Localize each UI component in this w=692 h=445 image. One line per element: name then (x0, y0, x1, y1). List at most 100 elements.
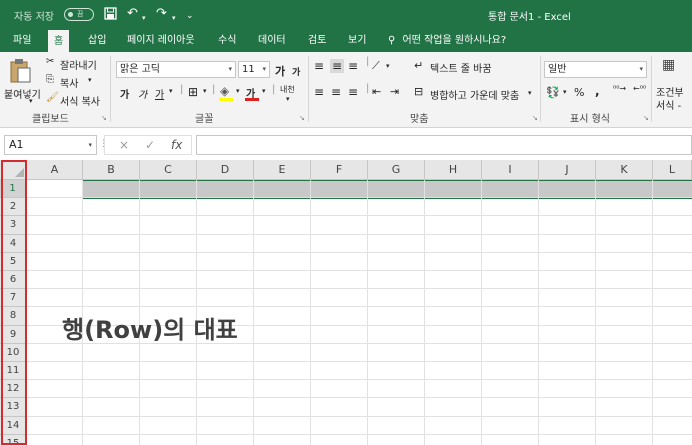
borders-dropdown-icon[interactable]: ▾ (203, 87, 207, 95)
cut-icon[interactable]: ✂ (46, 56, 54, 67)
chevron-down-icon: ▾ (639, 65, 643, 73)
column-header-h[interactable]: H (425, 160, 482, 180)
alignment-launcher-icon[interactable]: ↘ (532, 114, 538, 122)
paste-icon[interactable] (10, 58, 32, 88)
column-header-d[interactable]: D (197, 160, 254, 180)
align-top-icon[interactable]: ≡ (314, 59, 324, 73)
conditional-format-icon[interactable]: ▦ (662, 57, 675, 73)
enter-icon[interactable]: ✓ (145, 138, 155, 152)
bold-button[interactable]: 가 (120, 86, 129, 101)
formula-buttons: × ✓ fx (104, 135, 192, 155)
cut-label[interactable]: 잘라내기 (60, 57, 97, 72)
save-icon[interactable] (104, 7, 117, 24)
shrink-font-button[interactable]: 가 (292, 65, 300, 78)
phonetic-button[interactable]: 내천 (280, 84, 295, 95)
active-cell[interactable] (27, 180, 83, 199)
accounting-dropdown-icon[interactable]: ▾ (563, 88, 567, 96)
wrap-text-icon[interactable]: ↵ (414, 59, 423, 72)
decrease-decimal-icon[interactable]: ←⁰⁰ (633, 84, 646, 93)
column-header-i[interactable]: I (482, 160, 539, 180)
format-painter-label[interactable]: 서식 복사 (60, 93, 100, 108)
column-gridline (538, 180, 539, 445)
increase-decimal-icon[interactable]: ⁰⁰→ (613, 84, 626, 93)
worksheet-grid[interactable]: ABCDEFGHIJKL 1 2 3 4 5 6 7 8 9 10 11 12 13 14 15 행(Row… (0, 160, 692, 445)
merge-center-icon[interactable]: ⊟ (414, 85, 423, 98)
tab-review[interactable]: 검토 (302, 30, 332, 52)
merge-dropdown-icon[interactable]: ▾ (528, 89, 532, 97)
align-center-icon[interactable]: ≡ (331, 85, 341, 99)
align-middle-icon[interactable]: ≡ (330, 59, 345, 73)
number-group-label: 표시 형식 (570, 114, 610, 125)
autosave-label: 자동 저장 (14, 12, 54, 23)
align-left-icon[interactable]: ≡ (314, 85, 324, 99)
font-name-combo[interactable]: 맑은 고딕 ▾ (116, 61, 236, 78)
format-painter-icon[interactable]: 🖌 (46, 92, 59, 103)
comma-button[interactable]: , (595, 84, 600, 98)
tell-me-text: 어떤 작업을 원하시나요? (402, 35, 507, 46)
tab-data[interactable]: 데이터 (252, 30, 292, 52)
customize-qat-icon[interactable]: ⌄ (186, 9, 194, 23)
row-gridline (27, 306, 692, 308)
undo-icon[interactable]: ↶ (127, 7, 138, 21)
column-header-b[interactable]: B (83, 160, 140, 180)
wrap-text-label[interactable]: 텍스트 줄 바꿈 (430, 60, 492, 75)
font-color-swatch (245, 98, 259, 101)
tab-view[interactable]: 보기 (342, 30, 372, 52)
redo-dropdown-icon[interactable]: ▾ (172, 11, 176, 25)
align-bottom-icon[interactable]: ≡ (348, 59, 358, 73)
accounting-format-icon[interactable]: 💱 (546, 86, 560, 99)
column-header-j[interactable]: J (539, 160, 596, 180)
insert-function-icon[interactable]: fx (171, 138, 182, 152)
font-color-dropdown-icon[interactable]: ▾ (262, 87, 266, 95)
align-right-icon[interactable]: ≡ (348, 85, 358, 99)
underline-dropdown-icon[interactable]: ▾ (169, 87, 173, 95)
phonetic-dropdown-icon[interactable]: ▾ (286, 95, 290, 103)
copy-dropdown-icon[interactable]: ▾ (88, 76, 92, 84)
row-gridline (27, 215, 692, 217)
borders-icon[interactable]: ⊞ (188, 85, 198, 99)
font-launcher-icon[interactable]: ↘ (299, 114, 305, 122)
autosave-toggle[interactable]: 끔 (64, 8, 94, 21)
paste-dropdown-icon[interactable]: ▾ (29, 97, 33, 105)
column-header-e[interactable]: E (254, 160, 311, 180)
percent-button[interactable]: % (574, 86, 584, 99)
clipboard-launcher-icon[interactable]: ↘ (101, 114, 107, 122)
tab-formulas[interactable]: 수식 (212, 30, 242, 52)
fill-color-dropdown-icon[interactable]: ▾ (236, 87, 240, 95)
tell-me-box[interactable]: ⚲ 어떤 작업을 원하시나요? (388, 30, 506, 52)
grow-font-button[interactable]: 가 (275, 63, 285, 79)
underline-button[interactable]: 가 (155, 86, 164, 101)
orientation-dropdown-icon[interactable]: ▾ (386, 62, 390, 70)
tab-home[interactable]: 홈 (48, 30, 70, 52)
row-gridline (27, 288, 692, 290)
redo-icon[interactable]: ↷ (156, 7, 167, 21)
tab-file[interactable]: 파일 (7, 30, 37, 52)
orientation-icon[interactable]: ⟋ (372, 59, 380, 73)
cancel-icon[interactable]: × (119, 138, 129, 152)
column-header-g[interactable]: G (368, 160, 425, 180)
formula-input[interactable] (196, 135, 692, 155)
column-header-l[interactable]: L (653, 160, 692, 180)
tab-insert[interactable]: 삽입 (82, 30, 112, 52)
column-header-a[interactable]: A (27, 160, 83, 180)
paste-label[interactable]: 붙여넣기 (4, 86, 41, 101)
decrease-indent-icon[interactable]: ⇤ (372, 85, 381, 98)
column-header-f[interactable]: F (311, 160, 368, 180)
merge-center-label[interactable]: 병합하고 가운데 맞춤 (430, 87, 519, 102)
undo-dropdown-icon[interactable]: ▾ (142, 11, 146, 25)
name-box[interactable]: A1 ▾ (4, 135, 97, 155)
column-header-k[interactable]: K (596, 160, 653, 180)
number-format-value: 일반 (548, 64, 567, 75)
copy-icon[interactable]: ⎘ (46, 74, 54, 85)
increase-indent-icon[interactable]: ⇥ (390, 85, 399, 98)
number-format-combo[interactable]: 일반 ▾ (544, 61, 647, 78)
font-size-combo[interactable]: 11 ▾ (238, 61, 270, 78)
conditional-format-sub-label[interactable]: 서식 - (656, 97, 681, 112)
number-launcher-icon[interactable]: ↘ (643, 114, 649, 122)
tab-page-layout[interactable]: 페이지 레이아웃 (121, 30, 201, 52)
clipboard-group-label: 클립보드 (32, 114, 69, 125)
column-header-c[interactable]: C (140, 160, 197, 180)
copy-label[interactable]: 복사 (60, 75, 78, 90)
fill-color-icon[interactable]: ◈ (220, 84, 229, 98)
italic-button[interactable]: 가 (138, 86, 147, 101)
